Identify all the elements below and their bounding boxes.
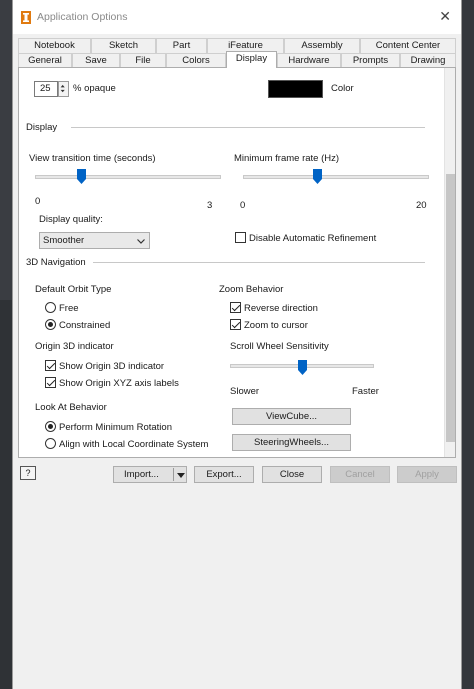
zoom-to-cursor-checkbox[interactable] [230, 319, 241, 330]
tab-drawing[interactable]: Drawing [400, 53, 456, 68]
show-axis-labels-label: Show Origin XYZ axis labels [59, 378, 179, 389]
nav-section-divider [93, 262, 425, 263]
tab-general[interactable]: General [18, 53, 72, 68]
orbit-type-label: Default Orbit Type [35, 284, 112, 295]
origin-indicator-label: Origin 3D indicator [35, 341, 114, 352]
show-origin-indicator-label: Show Origin 3D indicator [59, 361, 165, 372]
tab-colors[interactable]: Colors [166, 53, 226, 68]
look-at-label: Look At Behavior [35, 402, 107, 413]
inventor-app-icon [21, 11, 31, 24]
min-frame-rate-min: 0 [240, 200, 246, 211]
tab-display[interactable]: Display [226, 51, 277, 68]
opacity-suffix: % opaque [73, 83, 116, 94]
orbit-constrained-label: Constrained [59, 320, 111, 331]
nav-section-label: 3D Navigation [26, 257, 86, 268]
scroll-wheel-faster: Faster [352, 386, 379, 397]
help-button[interactable]: ? [20, 466, 36, 480]
cancel-button[interactable]: Cancel [330, 466, 390, 483]
min-rotation-label: Perform Minimum Rotation [59, 422, 172, 433]
color-label: Color [331, 83, 354, 94]
tab-sketch[interactable]: Sketch [91, 38, 156, 53]
zoom-behavior-label: Zoom Behavior [219, 284, 284, 295]
scroll-wheel-slider-thumb[interactable] [297, 360, 307, 375]
disable-refinement-label: Disable Automatic Refinement [249, 233, 377, 244]
tab-prompts[interactable]: Prompts [341, 53, 400, 68]
steeringwheels-button[interactable]: SteeringWheels... [232, 434, 351, 451]
orbit-free-label: Free [59, 303, 79, 314]
display-quality-value: Smoother [43, 235, 85, 246]
scroll-wheel-label: Scroll Wheel Sensitivity [230, 341, 329, 352]
min-frame-rate-slider-thumb[interactable] [312, 169, 322, 184]
title-bar: Application Options ✕ [13, 0, 461, 34]
show-axis-labels-checkbox[interactable] [45, 377, 56, 388]
display-quality-label: Display quality: [39, 214, 103, 225]
reverse-direction-checkbox[interactable] [230, 302, 241, 313]
scrollbar-thumb[interactable] [446, 174, 455, 442]
export-button[interactable]: Export... [194, 466, 254, 483]
orbit-free-radio[interactable] [45, 302, 56, 313]
tab-content-center[interactable]: Content Center [360, 38, 456, 53]
display-section-divider [71, 127, 425, 128]
reverse-direction-label: Reverse direction [244, 303, 318, 314]
window-title: Application Options [37, 11, 128, 23]
tab-assembly[interactable]: Assembly [284, 38, 360, 53]
tab-notebook[interactable]: Notebook [18, 38, 91, 53]
view-transition-slider-track[interactable] [35, 175, 221, 179]
min-rotation-radio[interactable] [45, 421, 56, 432]
opacity-spin-buttons[interactable] [58, 81, 69, 97]
chevron-down-icon [137, 239, 145, 244]
scroll-wheel-slower: Slower [230, 386, 260, 397]
zoom-to-cursor-label: Zoom to cursor [244, 320, 308, 331]
color-swatch[interactable] [268, 80, 323, 98]
import-label: Import... [124, 469, 159, 480]
min-frame-rate-max: 20 [416, 200, 427, 211]
opacity-spinner[interactable]: 25 [34, 81, 58, 97]
orbit-constrained-radio[interactable] [45, 319, 56, 330]
display-quality-select[interactable]: Smoother [39, 232, 150, 249]
import-dropdown-divider [173, 468, 174, 481]
close-button[interactable]: Close [262, 466, 322, 483]
tab-file[interactable]: File [120, 53, 166, 68]
view-transition-slider-thumb[interactable] [77, 169, 86, 184]
apply-button[interactable]: Apply [397, 466, 457, 483]
viewcube-button[interactable]: ViewCube... [232, 408, 351, 425]
spin-arrows-icon [60, 84, 65, 93]
tab-part[interactable]: Part [156, 38, 207, 53]
disable-refinement-checkbox[interactable] [235, 232, 246, 243]
min-frame-rate-slider-track[interactable] [243, 175, 429, 179]
vertical-scrollbar[interactable] [444, 68, 455, 457]
view-transition-min: 0 [35, 196, 41, 207]
opacity-value: 25 [40, 83, 51, 94]
background-right [462, 0, 474, 689]
display-tab-page: 25 % opaque Color Display View transitio… [18, 67, 456, 458]
view-transition-label: View transition time (seconds) [29, 153, 156, 164]
dropdown-arrow-icon[interactable] [177, 473, 185, 478]
tab-save[interactable]: Save [72, 53, 120, 68]
show-origin-indicator-checkbox[interactable] [45, 360, 56, 371]
align-coordinate-radio[interactable] [45, 438, 56, 449]
view-transition-max: 3 [207, 200, 213, 211]
background-left [0, 300, 12, 689]
import-button[interactable]: Import... [113, 466, 187, 483]
min-frame-rate-label: Minimum frame rate (Hz) [234, 153, 340, 164]
align-coordinate-label: Align with Local Coordinate System [59, 439, 209, 450]
tab-hardware[interactable]: Hardware [277, 53, 341, 68]
close-window-icon[interactable]: ✕ [439, 8, 451, 25]
display-section-label: Display [26, 122, 58, 133]
